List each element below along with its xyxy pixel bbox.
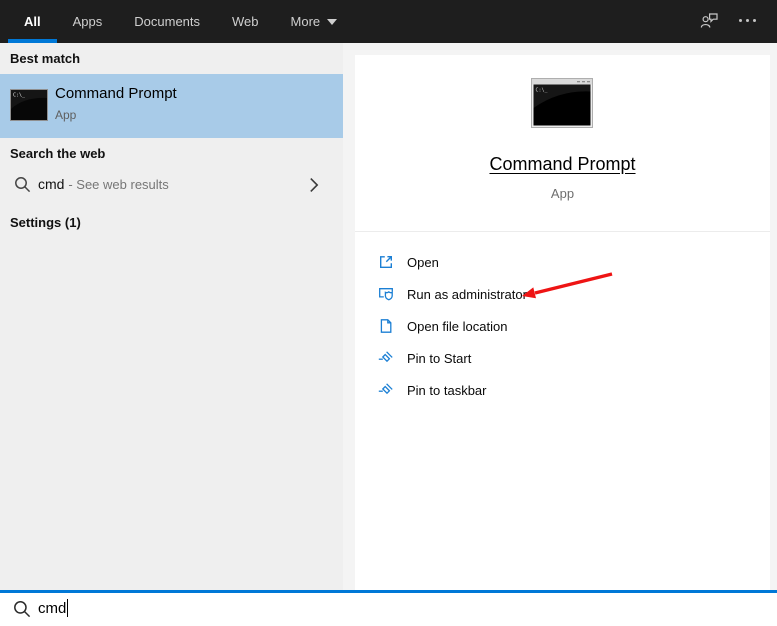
tab-documents-label: Documents bbox=[134, 14, 201, 29]
tab-all[interactable]: All bbox=[8, 0, 57, 43]
action-open-label: Open bbox=[407, 254, 439, 270]
preview-panel: C:\_ Command Prompt App Open Run as admi… bbox=[343, 43, 777, 590]
action-pin-to-start-label: Pin to Start bbox=[407, 350, 472, 366]
web-result-suffix: - See web results bbox=[68, 177, 169, 192]
feedback-icon[interactable] bbox=[700, 11, 720, 36]
preview-subtitle: App bbox=[550, 186, 575, 201]
tab-web[interactable]: Web bbox=[216, 0, 275, 43]
search-icon bbox=[13, 600, 31, 623]
best-match-text: Command Prompt App bbox=[55, 84, 177, 124]
svg-text:C:\_: C:\_ bbox=[13, 93, 26, 99]
windows-search-flyout: All Apps Documents Web More Best match C… bbox=[0, 0, 777, 626]
best-match-subtitle: App bbox=[55, 108, 77, 122]
search-filter-tab-bar: All Apps Documents Web More bbox=[0, 0, 777, 43]
open-file-location-icon bbox=[380, 319, 392, 333]
action-pin-to-taskbar[interactable]: Pin to taskbar bbox=[355, 374, 770, 406]
action-run-as-administrator-label: Run as administrator bbox=[407, 286, 527, 302]
tab-all-label: All bbox=[24, 14, 41, 29]
preview-card: C:\_ Command Prompt App Open Run as admi… bbox=[355, 55, 770, 590]
chevron-down-icon bbox=[327, 18, 338, 25]
chevron-right-icon[interactable] bbox=[309, 177, 319, 198]
results-panel: Best match C:\_ Command Prompt App Searc… bbox=[0, 43, 343, 590]
divider bbox=[355, 231, 770, 232]
search-input[interactable]: cmd bbox=[38, 599, 69, 617]
best-match-result-command-prompt[interactable]: C:\_ Command Prompt App bbox=[0, 74, 343, 138]
magnifier-icon bbox=[14, 176, 31, 198]
run-admin-shield-icon bbox=[379, 288, 393, 301]
action-open-file-location-label: Open file location bbox=[407, 318, 508, 334]
tab-apps-label: Apps bbox=[72, 14, 103, 29]
action-pin-to-start[interactable]: Pin to Start bbox=[355, 342, 770, 374]
best-match-title: Command Prompt bbox=[55, 85, 177, 102]
web-result-text: cmd - See web results bbox=[38, 176, 169, 192]
pin-icon bbox=[378, 351, 393, 363]
tab-apps[interactable]: Apps bbox=[57, 0, 119, 43]
tab-more[interactable]: More bbox=[275, 0, 354, 43]
search-input-value: cmd bbox=[38, 600, 67, 617]
preview-title[interactable]: Command Prompt bbox=[355, 154, 770, 175]
text-caret bbox=[67, 599, 69, 617]
context-actions-list: Open Run as administrator Open file loca… bbox=[355, 246, 770, 406]
best-match-header: Best match bbox=[10, 51, 81, 66]
settings-header: Settings (1) bbox=[10, 215, 81, 230]
tab-more-label: More bbox=[290, 14, 321, 29]
command-prompt-window-icon: C:\_ bbox=[531, 78, 593, 133]
tab-documents[interactable]: Documents bbox=[118, 0, 216, 43]
command-prompt-icon: C:\_ bbox=[10, 89, 48, 126]
search-web-header: Search the web bbox=[10, 146, 106, 161]
action-open-file-location[interactable]: Open file location bbox=[355, 310, 770, 342]
pin-icon bbox=[378, 383, 393, 395]
web-result-query: cmd bbox=[38, 176, 65, 192]
web-result-row[interactable]: cmd - See web results bbox=[0, 167, 343, 203]
action-pin-to-taskbar-label: Pin to taskbar bbox=[407, 382, 487, 398]
open-new-window-icon bbox=[380, 256, 392, 268]
action-open[interactable]: Open bbox=[355, 246, 770, 278]
more-options-icon[interactable] bbox=[739, 19, 756, 22]
action-run-as-administrator[interactable]: Run as administrator bbox=[355, 278, 770, 310]
svg-text:C:\_: C:\_ bbox=[536, 88, 549, 94]
taskbar-search-box[interactable]: cmd bbox=[0, 593, 777, 626]
tab-web-label: Web bbox=[232, 14, 259, 29]
